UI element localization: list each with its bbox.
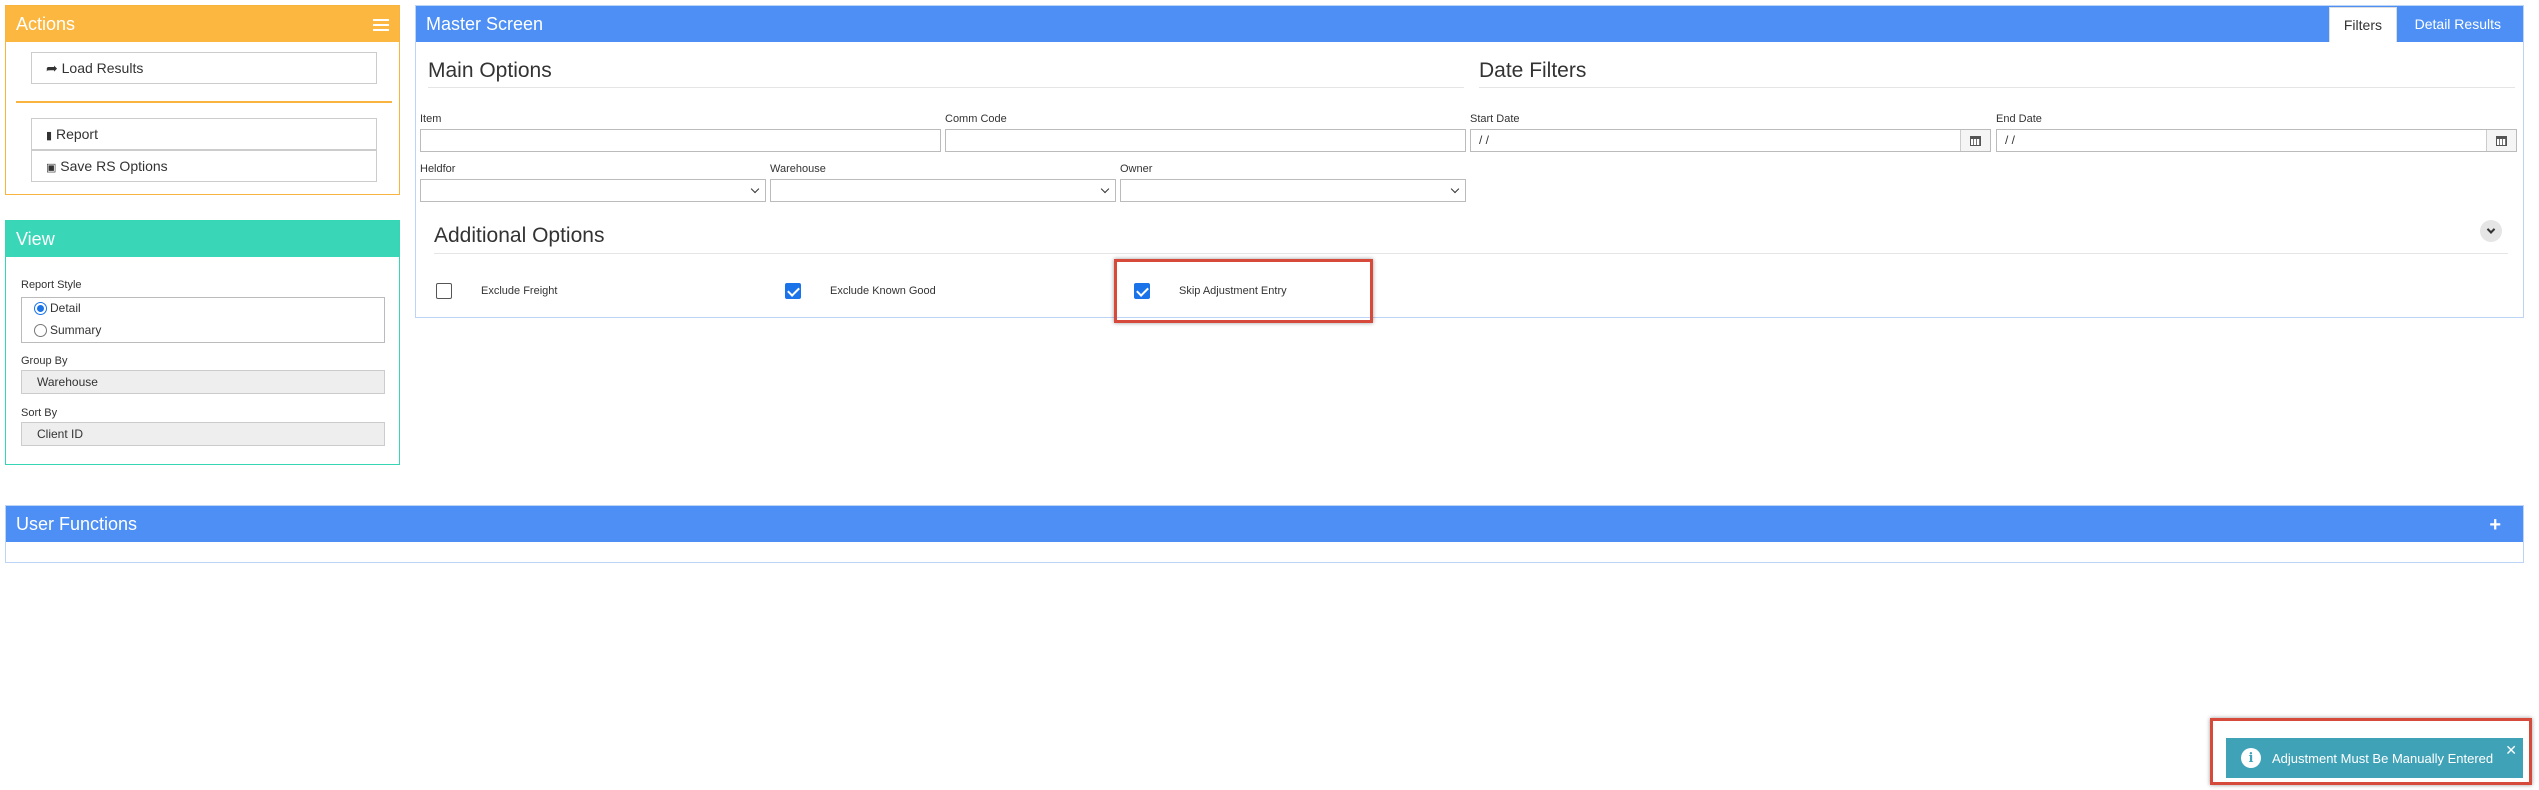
start-date-value: / / (1479, 133, 1490, 147)
user-functions-panel: User Functions + (5, 505, 2524, 563)
view-panel: View Report Style Detail Summary Group B… (5, 220, 400, 465)
report-label: Report (55, 126, 98, 142)
plus-icon[interactable]: + (2489, 514, 2501, 537)
main-options-divider (428, 87, 1464, 88)
report-button[interactable]: ▮ Report (31, 118, 377, 150)
actions-divider (16, 101, 392, 103)
report-style-group: Detail Summary (21, 297, 385, 343)
chevron-down-icon (1450, 184, 1460, 194)
actions-title: Actions (16, 14, 76, 34)
master-title: Master Screen (426, 14, 544, 34)
view-title: View (16, 229, 55, 249)
exclude-known-good-checkbox[interactable] (785, 283, 801, 299)
heldfor-label: Heldfor (420, 163, 456, 175)
actions-header: Actions (6, 6, 399, 42)
toast-message: Adjustment Must Be Manually Entered (2272, 750, 2494, 766)
load-results-button[interactable]: ➦ Load Results (31, 52, 377, 84)
warehouse-label: Warehouse (770, 163, 826, 175)
actions-panel: Actions ➦ Load Results ▮ Report ▣ Save R… (5, 5, 400, 195)
radio-summary[interactable]: Summary (34, 323, 101, 337)
warehouse-select[interactable] (770, 179, 1116, 202)
comm-code-label: Comm Code (945, 113, 1007, 125)
master-header: Master Screen Filters Detail Results (416, 6, 2523, 42)
start-date-label: Start Date (1470, 113, 1520, 125)
end-date-input[interactable]: / / (1996, 129, 2517, 152)
comm-code-input[interactable] (945, 129, 1466, 152)
load-results-label: Load Results (61, 60, 144, 76)
skip-adjustment-entry-label: Skip Adjustment Entry (1179, 285, 1287, 297)
report-style-label: Report Style (21, 279, 82, 291)
view-header: View (6, 221, 399, 257)
owner-select[interactable] (1120, 179, 1466, 202)
main-options-title: Main Options (428, 59, 552, 82)
close-icon[interactable]: ✕ (2505, 742, 2517, 759)
skip-adjustment-entry-checkbox[interactable] (1134, 283, 1150, 299)
chevron-down-icon (750, 184, 760, 194)
owner-label: Owner (1120, 163, 1153, 175)
save-rs-options-label: Save RS Options (60, 158, 168, 174)
floppy-disk-icon: ▣ (46, 162, 57, 174)
item-input[interactable] (420, 129, 941, 152)
master-screen-panel: Master Screen Filters Detail Results Mai… (415, 5, 2524, 323)
heldfor-select[interactable] (420, 179, 766, 202)
user-functions-title: User Functions (16, 514, 138, 534)
end-date-label: End Date (1996, 113, 2042, 125)
group-by-label: Group By (21, 355, 68, 367)
sort-by-label: Sort By (21, 407, 58, 419)
radio-detail-label: Detail (50, 301, 81, 315)
file-icon: ▮ (46, 130, 53, 142)
start-date-input[interactable]: / / (1470, 129, 1991, 152)
save-rs-options-button[interactable]: ▣ Save RS Options (31, 150, 377, 182)
radio-summary-label: Summary (50, 323, 102, 337)
info-icon: i (2241, 748, 2261, 768)
end-date-value: / / (2005, 133, 2016, 147)
additional-options-divider (434, 253, 2508, 254)
menu-icon[interactable] (373, 19, 389, 31)
sort-by-field[interactable]: Client ID (21, 422, 385, 446)
item-label: Item (420, 113, 442, 125)
tab-filters[interactable]: Filters (2328, 7, 2397, 42)
date-filters-divider (1479, 87, 2515, 88)
toast-highlight: i Adjustment Must Be Manually Entered ✕ (2210, 718, 2532, 785)
group-by-field[interactable]: Warehouse (21, 370, 385, 394)
radio-detail[interactable]: Detail (34, 301, 81, 315)
user-functions-header[interactable]: User Functions + (6, 506, 2523, 542)
calendar-icon[interactable] (1960, 130, 1990, 151)
additional-options-title: Additional Options (434, 224, 605, 247)
exclude-known-good-label: Exclude Known Good (830, 285, 936, 297)
radio-detail-button[interactable] (34, 301, 47, 315)
calendar-icon[interactable] (2486, 130, 2516, 151)
date-filters-title: Date Filters (1479, 59, 1587, 82)
collapse-chevron-icon[interactable] (2480, 220, 2502, 242)
radio-summary-button[interactable] (34, 323, 47, 337)
exclude-freight-label: Exclude Freight (481, 285, 558, 297)
toast-notification: i Adjustment Must Be Manually Entered ✕ (2226, 738, 2523, 778)
share-arrow-icon: ➦ (46, 60, 58, 76)
tab-detail-results[interactable]: Detail Results (2401, 7, 2515, 42)
chevron-down-icon (1100, 184, 1110, 194)
exclude-freight-checkbox[interactable] (436, 283, 452, 299)
